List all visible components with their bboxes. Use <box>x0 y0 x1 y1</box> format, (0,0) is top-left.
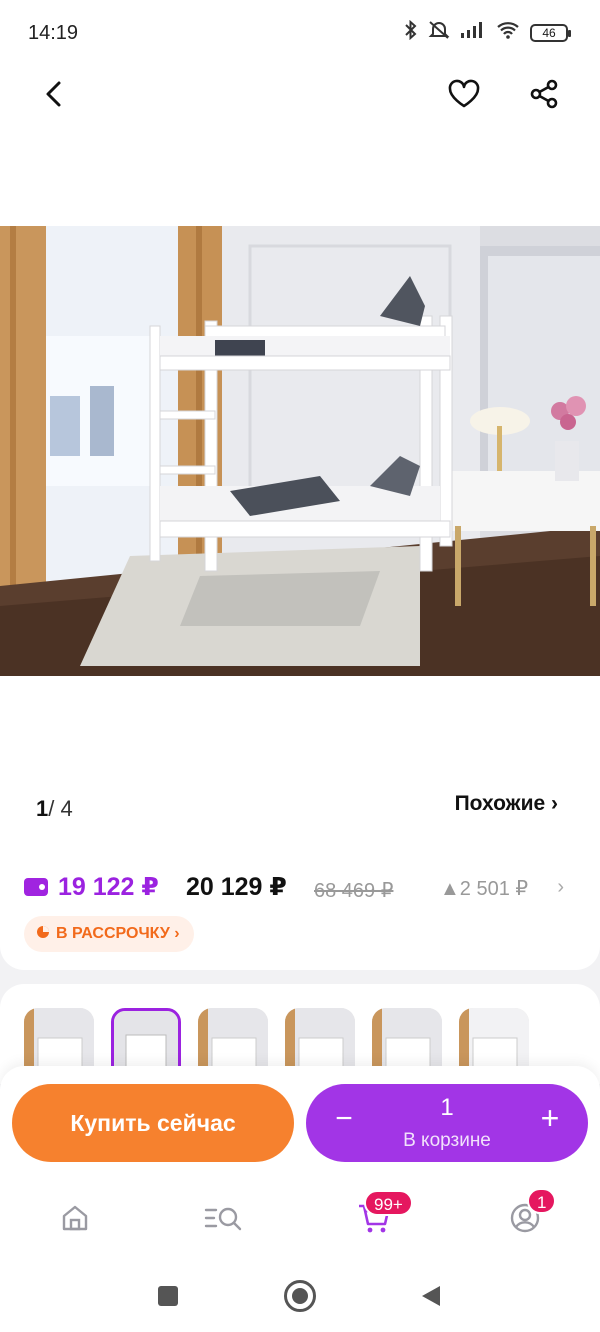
share-button[interactable] <box>524 76 564 116</box>
mute-icon <box>428 20 450 45</box>
increase-quantity-button[interactable]: + <box>532 1100 568 1140</box>
points-value[interactable]: ▲2 501 ₽ <box>440 876 528 901</box>
chevron-right-icon[interactable]: › <box>557 876 564 899</box>
nav-home[interactable] <box>55 1200 95 1240</box>
home-icon <box>59 1202 91 1239</box>
home-button[interactable] <box>284 1280 316 1312</box>
back-system-button[interactable] <box>420 1284 442 1313</box>
installment-label: В РАССРОЧКУ › <box>56 925 180 942</box>
profile-badge: 1 <box>527 1188 557 1214</box>
status-time: 14:19 <box>28 22 79 44</box>
top-header <box>0 64 600 128</box>
installment-button[interactable]: В РАССРОЧКУ › <box>24 916 194 952</box>
catalog-search-icon <box>204 1202 244 1239</box>
photo-counter-total: / 4 <box>48 796 73 821</box>
pie-chart-icon <box>36 925 50 944</box>
action-bar: Купить сейчас − 1 В корзине + <box>0 1066 600 1178</box>
system-navigation <box>0 1258 600 1332</box>
cart-quantity-stepper: − 1 В корзине + <box>306 1084 588 1162</box>
battery-indicator: 46 <box>530 23 571 42</box>
buy-now-button[interactable]: Купить сейчас <box>12 1084 294 1162</box>
home-dot-icon <box>292 1288 308 1304</box>
signal-icon <box>460 21 486 44</box>
bottom-navigation: 99+ 1 <box>0 1178 600 1258</box>
cart-badge: 99+ <box>364 1190 413 1216</box>
photo-counter: 1/ 4 <box>36 796 73 822</box>
heart-icon <box>447 79 481 114</box>
status-icons: 46 <box>404 19 571 45</box>
nav-catalog[interactable] <box>204 1200 244 1240</box>
wallet-icon <box>24 878 48 896</box>
back-button[interactable] <box>34 76 74 116</box>
product-photo[interactable] <box>0 226 600 676</box>
old-price: 68 469 ₽ <box>314 880 394 902</box>
chevron-left-icon <box>44 80 64 113</box>
status-bar: 14:19 46 <box>0 0 600 64</box>
current-price: 20 129 ₽ <box>186 873 287 901</box>
recent-apps-button[interactable] <box>158 1286 178 1306</box>
price-card: 19 122 ₽ 20 129 ₽ 68 469 ₽ ▲2 501 ₽ › В … <box>0 840 600 970</box>
bluetooth-icon <box>404 19 418 45</box>
share-icon <box>529 79 559 114</box>
similar-link[interactable]: Похожие › <box>455 792 558 816</box>
wallet-price: 19 122 ₽ <box>58 873 159 901</box>
product-gallery: 1/ 4 Похожие › <box>0 128 600 840</box>
wifi-icon <box>496 21 520 44</box>
product-page: 14:19 46 1/ 4 Похожие › 19 122 ₽ 20 129 … <box>0 0 600 1332</box>
favorite-button[interactable] <box>444 76 484 116</box>
photo-counter-current: 1 <box>36 796 49 821</box>
